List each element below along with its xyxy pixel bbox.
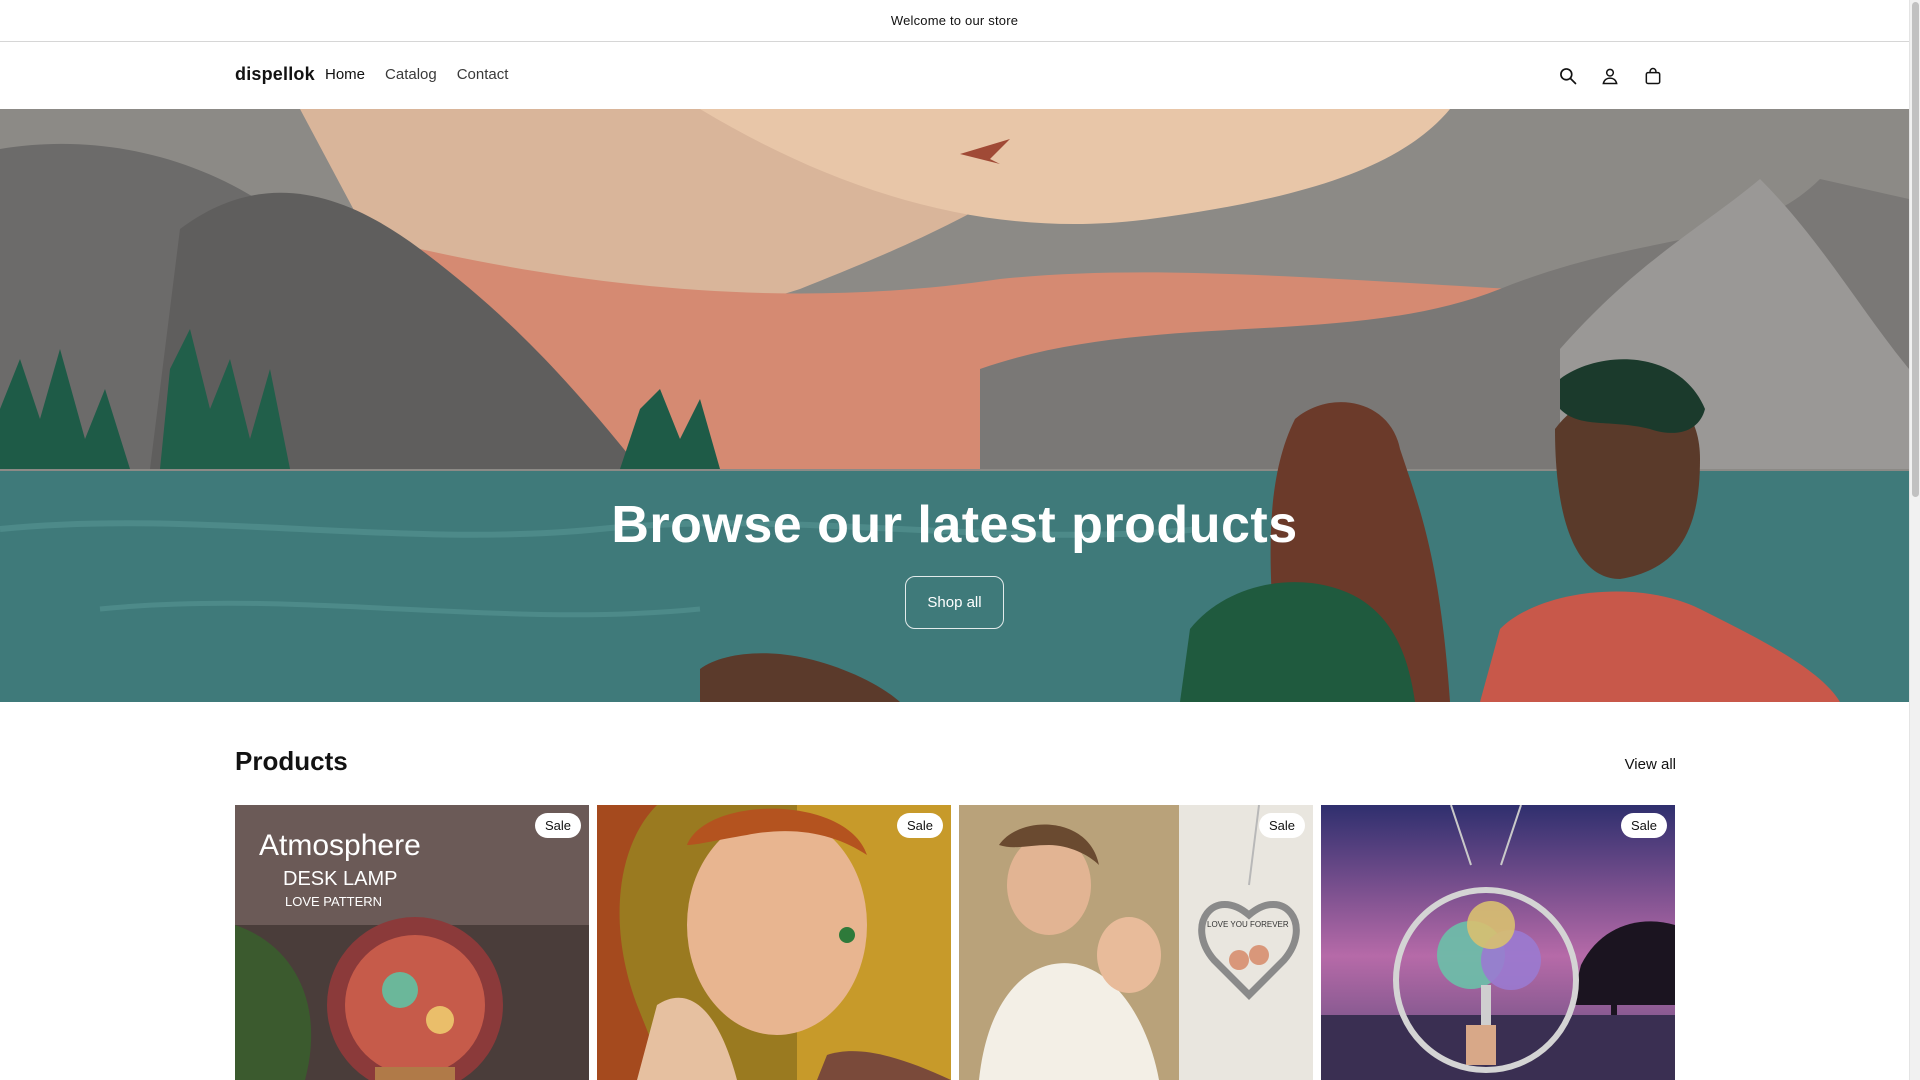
product-card[interactable]: Sale [1321,805,1675,1080]
announcement-bar: Welcome to our store [0,0,1909,42]
products-title: Products [235,746,348,776]
product-image-necklace-heart: LOVE YOU FOREVER [959,805,1313,1080]
cart-icon[interactable] [1641,64,1665,88]
announcement-text: Welcome to our store [890,13,1019,28]
nav-catalog[interactable]: Catalog [385,66,437,83]
nav-home[interactable]: Home [325,66,365,83]
product-card[interactable]: Atmosphere DESK LAMP LOVE PATTERN Sale [235,805,589,1080]
nav-contact[interactable]: Contact [457,66,509,83]
shop-all-button[interactable]: Shop all [905,576,1004,629]
product-image-earrings [597,805,951,1080]
view-all-link[interactable]: View all [1625,756,1676,773]
account-icon[interactable] [1598,64,1622,88]
hero-title: Browse our latest products [611,496,1298,554]
lamp-caption-3: LOVE PATTERN [285,894,382,909]
product-grid: Atmosphere DESK LAMP LOVE PATTERN Sale S… [235,805,1675,1080]
product-card[interactable]: LOVE YOU FOREVER Sale [959,805,1313,1080]
page: Welcome to our store dispellok Home Cata… [0,0,1909,1080]
search-icon[interactable] [1556,64,1580,88]
sale-badge: Sale [534,813,581,838]
main-nav: Home Catalog Contact [325,66,508,83]
lamp-caption-1: Atmosphere [259,829,421,862]
product-image-lamp: Atmosphere DESK LAMP LOVE PATTERN [235,805,589,1080]
sale-badge: Sale [1620,813,1667,838]
sale-badge: Sale [896,813,943,838]
store-logo[interactable]: dispellok [235,64,315,85]
site-header: dispellok Home Catalog Contact [0,42,1909,110]
sale-badge: Sale [1258,813,1305,838]
hero-banner: Browse our latest products Shop all [0,109,1909,702]
lamp-caption-2: DESK LAMP [283,868,397,890]
necklace-engraving: LOVE YOU FOREVER [1207,920,1289,929]
page-scrollbar[interactable] [1909,0,1920,1080]
scrollbar-thumb[interactable] [1912,2,1919,497]
product-image-necklace-tree [1321,805,1675,1080]
product-card[interactable]: Sale [597,805,951,1080]
